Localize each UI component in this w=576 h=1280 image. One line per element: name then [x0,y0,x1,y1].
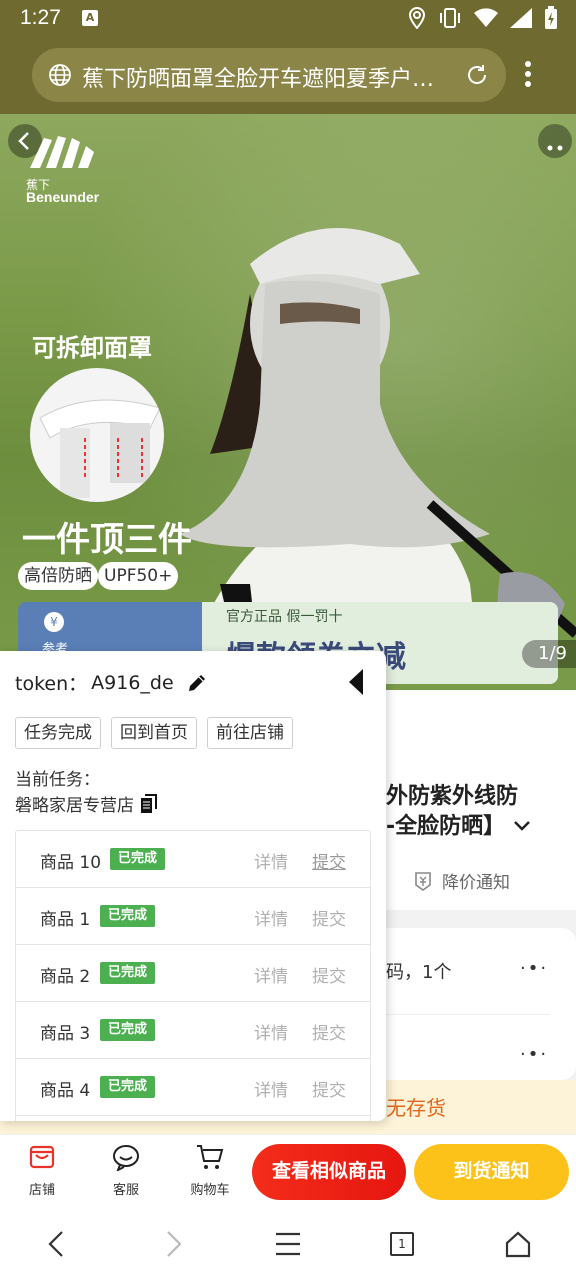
cart-icon [197,1145,224,1169]
task-list[interactable]: 商品 10 已完成 详情 提交 商品 1 已完成 详情 提交 商品 2 已完成 … [15,830,371,1121]
submit-link[interactable]: 提交 [312,1019,346,1044]
more-vert-icon[interactable] [524,60,532,88]
visor-detail-icon [39,399,161,498]
store-button[interactable]: 店铺 [12,1143,72,1198]
row-name: 商品 2 [40,967,91,987]
collapse-left-icon[interactable] [346,667,366,697]
detail-link[interactable]: 详情 [254,905,288,930]
wifi-icon [474,8,498,27]
detail-link[interactable]: 详情 [254,962,288,987]
reload-icon[interactable] [464,62,490,88]
submit-link[interactable]: 提交 [312,1076,346,1101]
more-options-button[interactable] [538,124,572,158]
table-row: 商品 1 已完成 详情 提交 [16,888,370,945]
detail-inset-image [30,368,164,502]
token-value: A916_de [91,671,174,694]
back-nav-icon[interactable] [44,1228,68,1260]
status-badge: 已完成 [100,962,156,984]
bottom-action-bar: 店铺 客服 购物车 查看相似商品 到货通知 [0,1134,576,1208]
system-nav-bar: 1 [0,1208,576,1280]
detail-link[interactable]: 详情 [254,848,288,873]
task-complete-button[interactable]: 任务完成 [15,717,101,749]
detail-link[interactable]: 详情 [254,1019,288,1044]
upf-tag: UPF50+ [98,562,179,590]
globe-icon [49,64,71,86]
high-protection-tag: 高倍防晒 [18,562,98,590]
row-name: 商品 1 [40,910,91,930]
store-label: 店铺 [28,1183,55,1198]
table-row: 商品 4 已完成 详情 提交 [16,1059,370,1116]
battery-icon [545,6,557,29]
product-title: 外防紫外线防 -全脸防晒】 [386,782,566,842]
detail-link[interactable]: 详情 [254,1076,288,1101]
arrival-notify-button[interactable]: 到货通知 [414,1144,569,1200]
tabs-nav-icon[interactable]: 1 [390,1232,414,1256]
price-tag-icon [415,871,431,891]
status-badge: 已完成 [100,905,156,927]
token-row: token： A916_de [15,669,208,696]
table-row: 商品 10 已完成 详情 提交 [16,831,370,888]
product-title-line2: -全脸防晒】 [386,814,506,839]
signal-icon [510,8,532,28]
edit-icon[interactable] [186,672,208,694]
page-title[interactable]: 蕉下防晒面罩全脸开车遮阳夏季户… [82,61,454,93]
submit-link[interactable]: 提交 [312,962,346,987]
current-task-store-name: 磐略家居专营店 [15,796,134,816]
service-icon [113,1145,139,1173]
address-bar[interactable]: 蕉下防晒面罩全脸开车遮阳夏季户… [32,48,506,102]
status-bar: 1:27 A [0,0,576,38]
customer-service-button[interactable]: 客服 [96,1143,156,1198]
task-button-row: 任务完成 回到首页 前往店铺 [15,717,293,749]
more-horiz-icon [547,145,563,151]
service-label: 客服 [112,1183,139,1198]
status-icons [408,6,558,30]
row-name: 商品 4 [40,1081,91,1101]
promo-guarantee: 官方正品 假一罚十 [226,609,343,625]
brand-logo-icon [30,136,94,168]
status-badge: 已完成 [100,1076,156,1098]
home-nav-icon[interactable] [504,1228,532,1260]
app-notification-icon: A [82,10,98,26]
go-store-button[interactable]: 前往店铺 [207,717,293,749]
submit-link[interactable]: 提交 [312,905,346,930]
location-icon [408,7,426,29]
out-of-stock-text: 无存货 [386,1096,446,1120]
view-similar-button[interactable]: 查看相似商品 [252,1144,406,1200]
detachable-mask-label: 可拆卸面罩 [32,334,152,362]
table-row: 商品 2 已完成 详情 提交 [16,945,370,1002]
more-horiz-icon[interactable]: ·•· [520,958,548,979]
spec-selection[interactable]: 码，1个 [386,958,451,984]
product-image-carousel[interactable]: 蕉下 Beneunder 可拆卸面罩 一件顶三件 高倍防晒 UPF50+ ¥ 参… [0,114,576,690]
store-icon [29,1145,55,1169]
cart-button[interactable]: 购物车 [180,1143,240,1198]
token-label: token： [15,673,88,695]
copy-icon[interactable] [140,793,158,814]
submit-link[interactable]: 提交 [312,848,346,873]
yuan-coin-icon: ¥ [44,612,64,632]
browser-toolbar: 蕉下防晒面罩全脸开车遮阳夏季户… [0,38,576,114]
brand-name-en: Beneunder [26,189,100,205]
vibrate-icon [440,8,460,28]
status-time: 1:27 [20,6,61,29]
cart-label: 购物车 [190,1183,230,1198]
row-name: 商品 10 [40,853,102,873]
row-name: 商品 3 [40,1024,91,1044]
more-horiz-icon[interactable]: ·•· [520,1044,548,1065]
status-badge: 已完成 [110,848,166,870]
table-row: 商品 3 已完成 详情 提交 [16,1002,370,1059]
divider [386,1014,550,1015]
forward-nav-icon[interactable] [162,1228,186,1260]
task-panel: token： A916_de 任务完成 回到首页 前往店铺 当前任务： 磐略家居… [0,651,386,1121]
current-task-store: 磐略家居专营店 [15,791,158,816]
one-for-three-headline: 一件顶三件 [22,520,192,560]
carousel-page-indicator: 1/9 [522,640,576,668]
chevron-down-icon[interactable] [513,819,531,833]
status-badge: 已完成 [100,1019,156,1041]
menu-nav-icon[interactable] [274,1228,302,1260]
price-notify-label[interactable]: 降价通知 [442,868,510,893]
current-task-label: 当前任务： [15,770,100,790]
go-home-button[interactable]: 回到首页 [111,717,197,749]
product-title-line1: 外防紫外线防 [386,784,519,809]
price-drop-notify[interactable]: 降价通知 [412,868,510,893]
